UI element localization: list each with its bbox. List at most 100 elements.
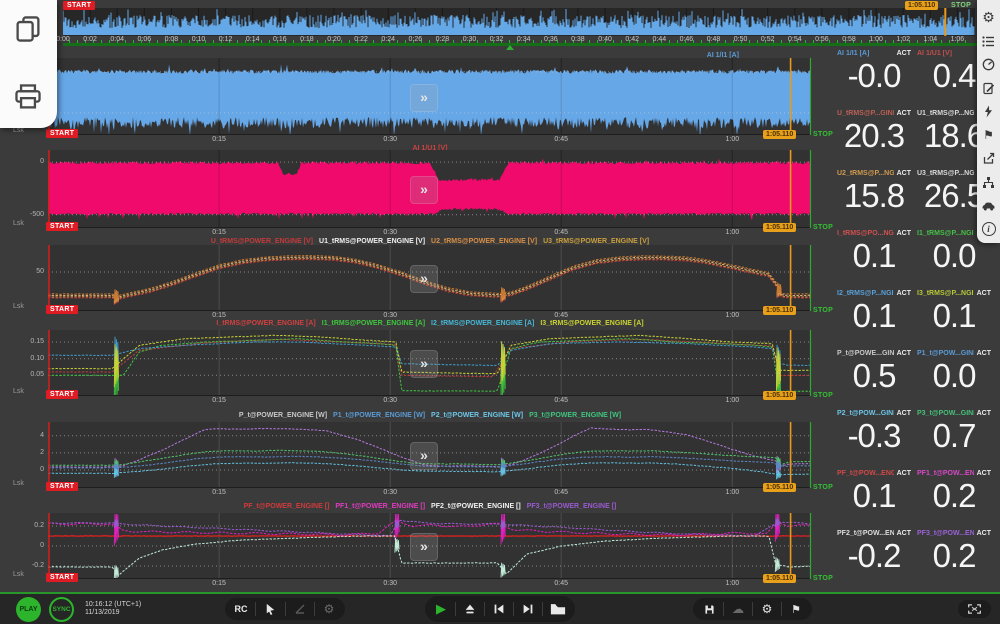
overview-waveform[interactable] xyxy=(63,8,975,36)
event-tick xyxy=(317,40,318,43)
export-settings-icon[interactable]: ⚙ xyxy=(760,602,774,616)
skip-forward-icon[interactable] xyxy=(521,602,535,616)
meter-channel-name: I3_tRMS@P...NGINE [A] xyxy=(917,290,974,297)
x-tick-label: 1:00 xyxy=(725,312,739,319)
event-tick xyxy=(805,40,806,43)
overview-cursor-badge: 1:05.110 xyxy=(905,1,938,10)
expand-strip-button[interactable]: » xyxy=(410,265,438,293)
meter-row[interactable]: AI 1/I1 [A]ACTAI 1/U1 [V]ACT-0.00.4 xyxy=(834,50,994,108)
gauge-icon[interactable] xyxy=(977,53,1000,77)
meter-row[interactable]: U2_tRMS@P...NGINE [V]ACTU3_tRMS@P...NGIN… xyxy=(834,170,994,228)
event-tick xyxy=(837,40,838,43)
report-icon[interactable] xyxy=(977,77,1000,101)
share-icon[interactable] xyxy=(977,147,1000,171)
expand-strip-button[interactable]: » xyxy=(410,442,438,470)
x-tick-label: 0:15 xyxy=(212,136,226,143)
replay-play-icon[interactable]: ▶ xyxy=(434,601,448,617)
sync-mode-badge[interactable]: SYNC xyxy=(49,597,74,622)
fit-screen-group xyxy=(958,600,991,618)
meter-panel: AI 1/I1 [A]ACTAI 1/U1 [V]ACT-0.00.4 U_tRM… xyxy=(820,46,1000,591)
event-tick xyxy=(237,40,238,43)
flag-icon[interactable]: ⚑ xyxy=(977,124,1000,148)
meter-row[interactable]: PF2_t@POW...ENGINE []ACTPF3_t@POW...ENGI… xyxy=(834,530,994,588)
meter-row[interactable]: PF_t@POW...ENGINE []ACTPF1_t@POW...ENGIN… xyxy=(834,470,994,528)
meter-labels: PF_t@POW...ENGINE []ACTPF1_t@POW...ENGIN… xyxy=(834,470,994,477)
overview-tick-label: 0:28 xyxy=(436,36,450,43)
lightning-icon[interactable] xyxy=(977,100,1000,124)
channel-label: P_t@POWER_ENGINE [W] xyxy=(239,412,327,419)
list-icon[interactable] xyxy=(977,30,1000,54)
skip-back-icon[interactable] xyxy=(492,602,506,616)
printer-icon[interactable] xyxy=(13,82,43,117)
meter-row[interactable]: U_tRMS@P...GINE [V]ACTU1_tRMS@P...NGINE … xyxy=(834,110,994,168)
expand-strip-button[interactable]: » xyxy=(410,176,438,204)
strip-cursor-badge: 1:05.110 xyxy=(763,483,796,492)
x-tick-label: 0:45 xyxy=(554,489,568,496)
meter-value: 0.1 xyxy=(834,478,914,514)
overview-tick-label: 0:42 xyxy=(625,36,639,43)
event-tick xyxy=(813,40,814,43)
meter-row[interactable]: P_t@POWE...GINE [W]ACTP1_t@POW...GINE [W… xyxy=(834,350,994,408)
play-mode-badge[interactable]: PLAY xyxy=(16,597,41,622)
meter-act-label: ACT xyxy=(897,170,911,177)
meter-channel-name: I2_tRMS@P...NGINE [A] xyxy=(837,290,894,297)
pages-icon[interactable] xyxy=(13,14,43,49)
meter-row[interactable]: P2_t@POW...GINE [W]ACTP3_t@POW...GINE [W… xyxy=(834,410,994,468)
left-scale-label: Lsk xyxy=(13,571,24,578)
overview-tick-label: 0:34 xyxy=(517,36,531,43)
overview-waveform-svg[interactable] xyxy=(63,8,975,36)
event-tick xyxy=(101,40,102,43)
expand-strip-button[interactable]: » xyxy=(410,533,438,561)
y-tick-label: -500 xyxy=(0,211,44,218)
meter-act-label: ACT xyxy=(897,110,911,117)
info-icon[interactable]: i xyxy=(977,218,1000,242)
pointer-tool-icon[interactable] xyxy=(263,602,278,617)
meter-value: 0.2 xyxy=(914,538,994,574)
cloud-icon[interactable]: ☁ xyxy=(731,602,745,616)
y-tick-label: 0 xyxy=(0,158,44,165)
progress-marker[interactable] xyxy=(506,45,514,50)
overview-tick-label: 0:22 xyxy=(354,36,368,43)
network-icon[interactable] xyxy=(977,171,1000,195)
eject-icon[interactable] xyxy=(463,602,477,616)
meter-channel-name: U_tRMS@P...GINE [V] xyxy=(837,110,894,117)
event-tick xyxy=(477,40,478,43)
meter-act-label: ACT xyxy=(897,410,911,417)
meter-value: 0.1 xyxy=(834,298,914,334)
meter-labels: U_tRMS@P...GINE [V]ACTU1_tRMS@P...NGINE … xyxy=(834,110,994,117)
rc-button[interactable]: RC xyxy=(234,604,248,614)
strip-start-badge: START xyxy=(46,222,78,231)
save-icon[interactable] xyxy=(702,603,716,616)
x-tick-label: 0:30 xyxy=(383,229,397,236)
gear-icon[interactable]: ⚙ xyxy=(977,6,1000,30)
overview-tick-label: 0:08 xyxy=(165,36,179,43)
settings-tool-icon[interactable]: ⚙ xyxy=(322,602,336,616)
event-tick xyxy=(485,40,486,43)
x-tick-label: 0:45 xyxy=(554,397,568,404)
open-folder-icon[interactable] xyxy=(550,602,566,616)
meter-value: 15.8 xyxy=(834,178,914,214)
meter-channel-name: P3_t@POW...GINE [W] xyxy=(917,410,974,417)
car-icon[interactable] xyxy=(977,194,1000,218)
expand-strip-button[interactable]: » xyxy=(410,350,438,378)
event-tick xyxy=(725,40,726,43)
meter-row[interactable]: I2_tRMS@P...NGINE [A]ACTI3_tRMS@P...NGIN… xyxy=(834,290,994,348)
overview-tick-label: 0:20 xyxy=(327,36,341,43)
event-flag-icon[interactable]: ⚑ xyxy=(789,603,803,616)
meter-channel-label: PF2_t@POW...ENGINE []ACT xyxy=(834,530,914,537)
event-tick xyxy=(189,40,190,43)
event-tick xyxy=(917,40,918,43)
measure-tool-icon[interactable] xyxy=(293,602,307,616)
meter-channel-label: PF1_t@POW...ENGINE []ACT xyxy=(914,470,994,477)
meter-channel-label: AI 1/I1 [A]ACT xyxy=(834,50,914,57)
meter-channel-label: PF_t@POW...ENGINE []ACT xyxy=(834,470,914,477)
y-tick-label: -0.2 xyxy=(0,562,44,569)
x-tick-label: 0:45 xyxy=(554,229,568,236)
channel-label: U2_tRMS@POWER_ENGINE [V] xyxy=(431,238,537,245)
meter-row[interactable]: I_tRMS@PO...NGINE [A]ACTI1_tRMS@P...NGIN… xyxy=(834,230,994,288)
meter-value: 0.0 xyxy=(914,238,994,274)
fullscreen-icon[interactable] xyxy=(967,603,982,615)
overview-tick-label: 0:48 xyxy=(707,36,721,43)
expand-strip-button[interactable]: » xyxy=(410,84,438,112)
chart-strip: U_tRMS@POWER_ENGINE [V]U1_tRMS@POWER_ENG… xyxy=(0,238,836,323)
